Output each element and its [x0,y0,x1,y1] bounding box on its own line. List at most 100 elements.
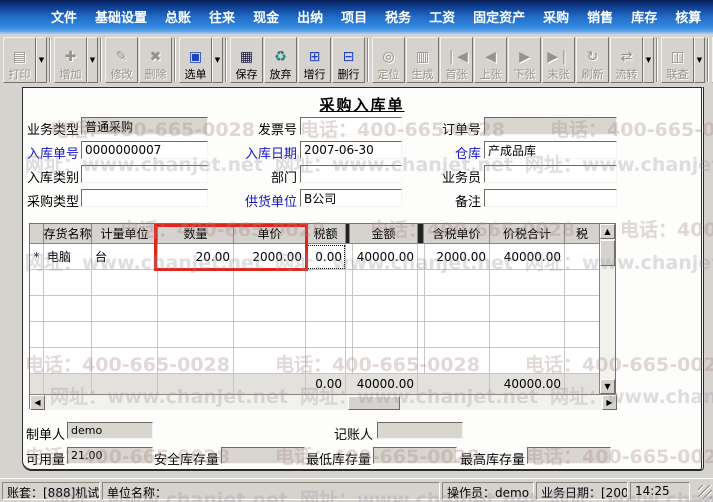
vertical-scrollbar[interactable]: ▲ ▼ [599,224,615,394]
bookkeeper-field[interactable] [377,422,463,439]
salesperson-field[interactable] [484,165,617,183]
column-header-qty[interactable]: 数量 [158,224,234,244]
receipt-no-field[interactable] [81,141,208,159]
cell-price[interactable]: 2000.00 [234,244,306,270]
add-dropdown-arrow-icon[interactable]: ▼ [87,37,98,83]
department-field[interactable] [300,165,402,183]
column-header-inventory[interactable]: 存货名称 [44,224,92,244]
next-label: 下张 [513,68,536,81]
next-button[interactable]: ▶ 下张 [508,37,541,83]
delete-button[interactable]: ✖ 删除 [139,37,172,83]
order-no-field[interactable] [484,117,617,135]
cell-total-with-tax[interactable]: 40000.00 [490,244,565,270]
warehouse-field[interactable] [484,141,617,159]
purchase-type-field[interactable] [81,189,208,207]
business-type-field[interactable] [81,117,208,135]
column-header-amount[interactable]: 金额 [350,224,418,244]
maker-label: 制单人 [25,428,65,443]
linked-query-label: 联查 [666,68,689,81]
invoice-no-field[interactable] [300,117,402,135]
cell-tax[interactable]: 0.00 [306,244,346,270]
cell-qty[interactable]: 20.00 [158,244,234,270]
save-button[interactable]: ▦ 保存 [230,37,263,83]
delete-icon: ✖ [149,49,162,65]
menubar-item-6[interactable]: 项目 [332,5,376,28]
supplier-field[interactable] [300,189,402,207]
column-header-unit[interactable]: 计量单位 [92,224,158,244]
column-header-tax-rate[interactable]: 税 [565,224,600,244]
menubar-item-8[interactable]: 工资 [420,5,464,28]
select-order-button[interactable]: ▣ 选单 [179,37,212,83]
linked-query-button[interactable]: ◫ 联查 [661,37,694,83]
flow-button[interactable]: ⇄ 流转 [610,37,643,83]
select-order-label: 选单 [184,68,207,81]
flow-dropdown-arrow-icon[interactable]: ▼ [643,37,654,83]
menubar-item-11[interactable]: 销售 [578,5,622,28]
horizontal-scrollbar[interactable]: ◀ ▶ [30,394,617,410]
menubar-item-12[interactable]: 库存 [622,5,666,28]
cell-unit[interactable]: 台 [92,244,158,270]
delete-row-label: 删行 [337,68,360,81]
column-header-tax[interactable]: 税额 [306,224,346,244]
cell-tax-rate[interactable] [565,244,600,270]
discard-button[interactable]: ♻ 放弃 [264,37,297,83]
flow-icon: ⇄ [620,49,633,65]
modify-label: 修改 [110,68,133,81]
toolbar-separator [707,38,709,82]
receipt-date-field[interactable] [300,141,402,159]
grid-empty-row [30,270,600,296]
print-button[interactable]: ▤ 打印 [3,37,36,83]
first-button[interactable]: ❘◀ 首张 [440,37,473,83]
locate-icon: ◎ [382,49,395,65]
last-label: 末张 [547,68,570,81]
add-button[interactable]: ✚ 增加 [54,37,87,83]
max-stock-field[interactable] [527,447,611,464]
menubar-item-0[interactable]: 文件 [42,5,86,28]
status-time: 14:25 [630,482,690,500]
cell-taxed-price[interactable]: 2000.00 [424,244,490,270]
column-header-total-with-tax[interactable]: 价税合计 [490,224,565,244]
maker-field[interactable] [67,422,153,439]
column-header-price[interactable]: 单价 [234,224,306,244]
vertical-scroll-thumb[interactable] [600,240,615,266]
scroll-up-button[interactable]: ▲ [600,224,615,239]
available-qty-label: 可用量 [25,453,65,468]
refresh-button[interactable]: ↻ 刷新 [576,37,609,83]
first-icon: ❘◀ [445,49,468,65]
min-stock-field[interactable] [373,447,457,464]
receipt-category-field[interactable] [81,165,208,183]
menubar-item-9[interactable]: 固定资产 [464,5,534,28]
horizontal-scroll-thumb[interactable] [348,396,400,410]
insert-row-button[interactable]: ⊞ 增行 [298,37,331,83]
menubar-item-1[interactable]: 基础设置 [86,5,156,28]
menubar-item-2[interactable]: 总账 [156,5,200,28]
add-label: 增加 [59,68,82,81]
status-account: 账套：[888]机试 [2,482,100,500]
cell-inventory[interactable]: 电脑 [44,244,92,270]
generate-button[interactable]: ▥ 生成 [406,37,439,83]
resize-grip[interactable] [698,485,712,499]
select-order-dropdown-arrow-icon[interactable]: ▼ [212,37,223,83]
delete-row-button[interactable]: ⊟ 删行 [332,37,365,83]
modify-button[interactable]: ✎ 修改 [105,37,138,83]
cell-amount[interactable]: 40000.00 [350,244,418,270]
min-stock-label: 最低库存量 [305,453,371,468]
scroll-down-button[interactable]: ▼ [600,379,615,394]
print-dropdown-arrow-icon[interactable]: ▼ [36,37,47,83]
last-button[interactable]: ▶❘ 末张 [542,37,575,83]
menubar-item-10[interactable]: 采购 [534,5,578,28]
menubar-item-3[interactable]: 往来 [200,5,244,28]
scroll-right-button[interactable]: ▶ [602,395,617,410]
prev-button[interactable]: ◀ 上张 [474,37,507,83]
safety-stock-field[interactable] [221,447,305,464]
linked-query-dropdown-arrow-icon[interactable]: ▼ [694,37,705,83]
locate-button[interactable]: ◎ 定位 [372,37,405,83]
column-header-taxed-price[interactable]: 含税单价 [424,224,490,244]
menubar-item-7[interactable]: 税务 [376,5,420,28]
menubar-item-4[interactable]: 现金 [244,5,288,28]
scroll-left-button[interactable]: ◀ [30,395,45,410]
menubar-item-5[interactable]: 出纳 [288,5,332,28]
menubar-item-13[interactable]: 核算 [666,5,710,28]
remark-field[interactable] [484,189,617,207]
available-qty-field[interactable] [67,447,153,464]
